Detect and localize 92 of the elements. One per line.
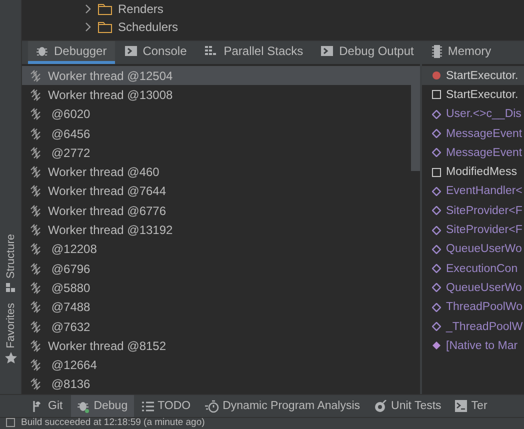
debugger-tab[interactable]: Parallel Stacks <box>196 41 312 64</box>
status-icon <box>6 418 15 427</box>
stopwatch-icon <box>204 400 219 412</box>
thread-row[interactable]: Worker thread @460 <box>22 162 411 182</box>
stacks-icon <box>204 45 218 57</box>
thread-row[interactable]: @12664 <box>22 355 411 375</box>
debugger-tab[interactable]: Debugger <box>28 41 115 64</box>
thread-icon <box>30 166 42 178</box>
stack-frame[interactable]: ExecutionCon <box>422 258 524 278</box>
stack-frame[interactable]: QueueUserWo <box>422 278 524 298</box>
thread-icon <box>30 378 42 390</box>
stack-frame[interactable]: ModifiedMess <box>422 162 524 182</box>
diamond-icon <box>432 341 441 350</box>
thread-row[interactable]: @8136 <box>22 374 411 394</box>
thread-icon <box>30 262 42 275</box>
square-icon <box>432 90 441 100</box>
list-icon <box>142 400 154 412</box>
thread-row[interactable]: @6456 <box>22 124 411 144</box>
tree-item[interactable]: Schedulers <box>118 20 178 34</box>
bug-icon <box>76 400 90 412</box>
stack-frame[interactable]: [Native to Mar <box>422 336 524 356</box>
folder-icon <box>98 21 112 33</box>
debugger-tab[interactable]: Debug Output <box>313 41 422 64</box>
side-tab[interactable]: Structure <box>4 234 16 279</box>
thread-row[interactable]: @2772 <box>22 143 411 162</box>
square-icon <box>432 168 441 177</box>
diamond-icon <box>432 206 441 216</box>
stack-frame[interactable]: StartExecutor. <box>422 85 524 105</box>
thread-row[interactable]: @6796 <box>22 258 411 278</box>
thread-row[interactable]: Worker thread @12504 <box>22 66 411 86</box>
stack-frame[interactable]: QueueUserWo <box>422 240 524 259</box>
thread-icon <box>30 128 42 140</box>
diamond-icon <box>432 302 441 312</box>
stack-frame[interactable]: ThreadPoolWo <box>422 298 524 317</box>
folder-icon <box>98 3 112 15</box>
thread-row[interactable]: @12208 <box>22 240 411 259</box>
diamond-icon <box>432 322 441 331</box>
diamond-icon <box>432 186 441 196</box>
debugger-tab[interactable]: Console <box>116 41 195 64</box>
terminal-icon <box>455 400 468 412</box>
scrollbar[interactable] <box>411 66 420 171</box>
thread-row[interactable]: Worker thread @7644 <box>22 182 411 202</box>
thread-icon <box>30 340 42 352</box>
stack-frame[interactable]: EventHandler< <box>422 182 524 202</box>
thread-icon <box>30 204 42 217</box>
chevron-icon[interactable] <box>84 4 92 14</box>
side-tab[interactable]: Favorites <box>4 302 16 348</box>
thread-icon <box>30 185 42 198</box>
thread-row[interactable]: Worker thread @8152 <box>22 336 411 356</box>
thread-icon <box>30 359 42 372</box>
tool-window-tab[interactable]: Git <box>26 395 69 417</box>
stack-frame[interactable]: StartExecutor. <box>422 66 524 86</box>
thread-icon <box>30 320 42 332</box>
thread-row[interactable]: Worker thread @6776 <box>22 201 411 220</box>
thread-row[interactable]: @5880 <box>22 278 411 298</box>
thread-icon <box>30 224 42 236</box>
tool-window-tab[interactable]: Unit Tests <box>368 395 448 417</box>
console-icon <box>124 45 137 57</box>
stack-frame[interactable]: MessageEvent <box>422 124 524 144</box>
thread-icon <box>30 243 42 256</box>
thread-row[interactable]: @7488 <box>22 298 411 317</box>
thread-row[interactable]: Worker thread @13008 <box>22 85 411 105</box>
stack-frame[interactable]: User.<>c__Dis <box>422 104 524 124</box>
thread-row[interactable]: @7632 <box>22 316 411 336</box>
stack-frame[interactable]: _ThreadPoolW <box>422 316 524 336</box>
tree-item[interactable]: Renders <box>118 2 164 16</box>
thread-row[interactable]: Worker thread @13192 <box>22 220 411 240</box>
structure-icon <box>6 282 16 293</box>
thread-icon <box>30 146 42 159</box>
tool-window-tab[interactable]: Debug <box>70 395 134 417</box>
breakpoint-icon <box>432 71 441 80</box>
status-message: Build succeeded at 12:18:59 (a minute ago) <box>21 418 205 428</box>
thread-icon <box>30 282 42 294</box>
thread-icon <box>30 88 42 101</box>
stack-frame[interactable]: SiteProvider<F <box>422 220 524 240</box>
thread-icon <box>30 70 42 82</box>
thread-icon <box>30 108 42 120</box>
memory-icon <box>432 44 442 58</box>
thread-icon <box>30 301 42 314</box>
stack-frame[interactable]: SiteProvider<F <box>422 201 524 220</box>
thread-row[interactable]: @6020 <box>22 104 411 124</box>
tests-icon <box>374 400 388 412</box>
tool-window-tab[interactable]: TODO <box>136 395 197 417</box>
tool-window-tab[interactable]: Dynamic Program Analysis <box>198 395 366 417</box>
console-icon <box>321 45 334 57</box>
chevron-icon[interactable] <box>84 22 92 32</box>
debugger-tab[interactable]: Memory <box>424 41 500 64</box>
bug-icon <box>36 45 48 57</box>
diamond-icon <box>432 110 441 119</box>
star-icon <box>4 352 16 364</box>
stack-frame[interactable]: MessageEvent <box>422 143 524 162</box>
tool-window-tab[interactable]: Ter <box>449 395 494 417</box>
